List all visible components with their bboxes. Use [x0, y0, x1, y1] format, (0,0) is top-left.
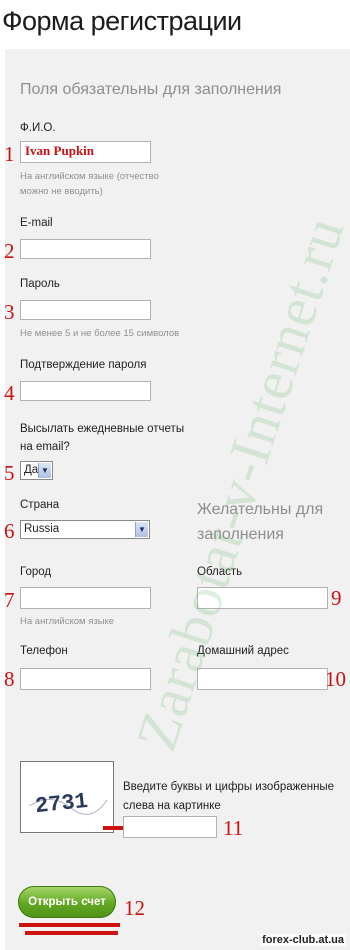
step-number-4: 4 — [4, 381, 15, 405]
region-label: Область — [197, 566, 243, 578]
captcha-label: Введите буквы и цифры изображенные слева… — [123, 781, 335, 812]
step-number-8: 8 — [4, 667, 15, 691]
city-label: Город — [20, 566, 52, 578]
email-input[interactable] — [20, 239, 151, 259]
page-title: Форма регистрации — [2, 6, 242, 36]
daily-reports-label: Высылать ежедневные отчеты на email? — [20, 423, 185, 453]
country-label: Страна — [20, 499, 60, 511]
underline-mark — [25, 931, 118, 935]
password-confirm-input[interactable] — [20, 381, 151, 401]
captcha-input[interactable] — [123, 816, 217, 838]
captcha-picture: 2731 — [21, 762, 113, 832]
step-number-7: 7 — [4, 588, 15, 612]
home-address-label: Домашний адрес — [197, 645, 289, 657]
fio-hint: На английском языке (отчество можно не в… — [20, 171, 159, 197]
underline-mark — [19, 923, 120, 927]
daily-reports-select[interactable]: Да ▼ — [20, 461, 53, 480]
step-number-11: 11 — [223, 816, 244, 840]
password-hint: Не менее 5 и не более 15 символов — [20, 328, 180, 339]
country-select[interactable]: Russia ▼ — [20, 520, 150, 539]
password-label: Пароль — [20, 278, 60, 290]
step-number-1: 1 — [4, 142, 15, 166]
daily-reports-value: Да — [24, 464, 39, 476]
step-number-5: 5 — [4, 461, 15, 485]
email-label: E-mail — [20, 217, 53, 229]
chevron-down-icon[interactable]: ▼ — [38, 463, 51, 478]
city-input[interactable] — [20, 587, 151, 609]
city-hint: На английском языке — [20, 616, 115, 627]
step-number-10: 10 — [325, 667, 346, 691]
step-number-9: 9 — [331, 586, 342, 610]
fio-label: Ф.И.О. — [20, 122, 56, 134]
step-number-12: 12 — [124, 896, 145, 920]
password-input[interactable] — [20, 300, 151, 320]
step-number-3: 3 — [4, 300, 15, 324]
country-value: Russia — [24, 523, 60, 535]
open-account-button[interactable]: Открыть счет — [18, 886, 116, 918]
password-confirm-label: Подтверждение пароля — [20, 359, 147, 371]
site-tag: forex-club.at.ua — [260, 934, 346, 946]
step-number-2: 2 — [4, 239, 15, 263]
required-section-heading: Поля обязательны для заполнения — [20, 81, 282, 98]
phone-input[interactable] — [20, 668, 151, 690]
home-address-input[interactable] — [197, 668, 328, 690]
chevron-down-icon[interactable]: ▼ — [135, 522, 148, 537]
fio-input[interactable]: Ivan Pupkin — [20, 141, 151, 163]
optional-section-heading: Желательны для заполнения — [197, 501, 324, 543]
region-input[interactable] — [197, 587, 328, 609]
step-number-6: 6 — [4, 519, 15, 543]
phone-label: Телефон — [20, 645, 68, 657]
captcha-image: 2731 — [20, 761, 114, 833]
